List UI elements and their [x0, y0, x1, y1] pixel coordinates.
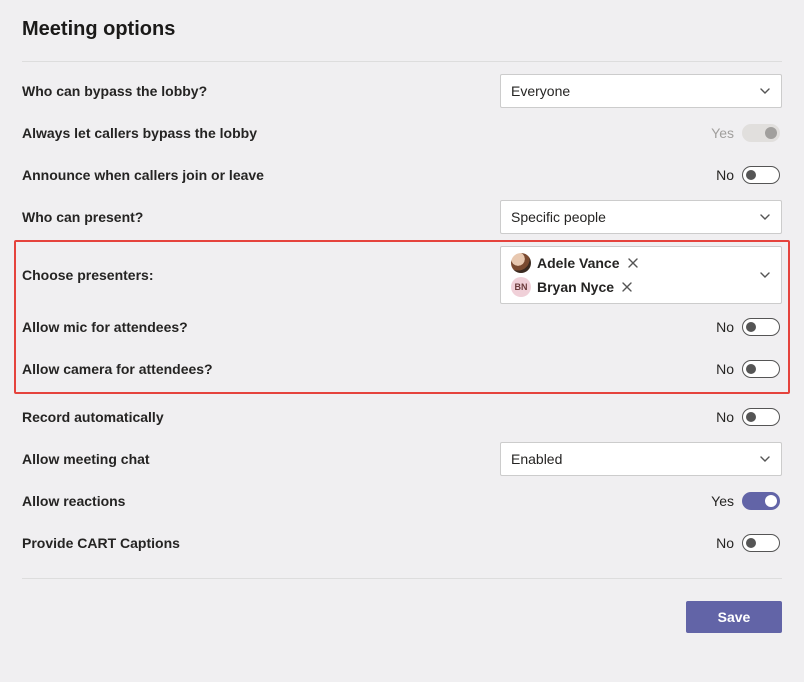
label-allow-camera: Allow camera for attendees? [22, 361, 213, 377]
toggle-callers-bypass-value: Yes [711, 125, 734, 141]
row-allow-camera: Allow camera for attendees? No [22, 348, 782, 390]
select-bypass-lobby-value: Everyone [511, 83, 570, 99]
presenter-chip: Adele Vance [511, 253, 759, 273]
toggle-record-auto-value: No [716, 409, 734, 425]
row-meeting-chat: Allow meeting chat Enabled [22, 438, 782, 480]
presenter-name: Bryan Nyce [537, 279, 614, 295]
chevron-down-icon [759, 453, 771, 465]
label-cart-captions: Provide CART Captions [22, 535, 180, 551]
toggle-allow-mic-value: No [716, 319, 734, 335]
toggle-record-auto[interactable] [742, 408, 780, 426]
row-record-auto: Record automatically No [22, 396, 782, 438]
footer: Save [22, 601, 782, 633]
highlight-box: Choose presenters: Adele Vance BN Bryan … [14, 240, 790, 394]
remove-presenter-icon[interactable] [620, 280, 634, 294]
select-choose-presenters[interactable]: Adele Vance BN Bryan Nyce [500, 246, 782, 304]
toggle-allow-camera[interactable] [742, 360, 780, 378]
toggle-cart-captions[interactable] [742, 534, 780, 552]
row-who-can-present: Who can present? Specific people [22, 196, 782, 238]
divider-top [22, 61, 782, 62]
toggle-announce-callers-value: No [716, 167, 734, 183]
label-meeting-chat: Allow meeting chat [22, 451, 150, 467]
chevron-down-icon [759, 211, 771, 223]
avatar: BN [511, 277, 531, 297]
label-bypass-lobby: Who can bypass the lobby? [22, 83, 207, 99]
label-allow-mic: Allow mic for attendees? [22, 319, 188, 335]
toggle-callers-bypass [742, 124, 780, 142]
presenter-list: Adele Vance BN Bryan Nyce [511, 253, 759, 297]
toggle-allow-camera-value: No [716, 361, 734, 377]
row-allow-mic: Allow mic for attendees? No [22, 306, 782, 348]
save-button[interactable]: Save [686, 601, 782, 633]
chevron-down-icon [759, 85, 771, 97]
page-title: Meeting options [22, 18, 782, 41]
toggle-allow-mic[interactable] [742, 318, 780, 336]
remove-presenter-icon[interactable] [626, 256, 640, 270]
label-announce-callers: Announce when callers join or leave [22, 167, 264, 183]
toggle-announce-callers[interactable] [742, 166, 780, 184]
divider-bottom [22, 578, 782, 579]
label-callers-bypass: Always let callers bypass the lobby [22, 125, 257, 141]
select-who-can-present[interactable]: Specific people [500, 200, 782, 234]
chevron-down-icon [759, 269, 771, 281]
select-who-can-present-value: Specific people [511, 209, 606, 225]
select-bypass-lobby[interactable]: Everyone [500, 74, 782, 108]
select-meeting-chat-value: Enabled [511, 451, 562, 467]
presenter-name: Adele Vance [537, 255, 620, 271]
row-announce-callers: Announce when callers join or leave No [22, 154, 782, 196]
toggle-allow-reactions-value: Yes [711, 493, 734, 509]
label-record-auto: Record automatically [22, 409, 164, 425]
row-cart-captions: Provide CART Captions No [22, 522, 782, 564]
label-who-can-present: Who can present? [22, 209, 143, 225]
presenter-chip: BN Bryan Nyce [511, 277, 759, 297]
avatar [511, 253, 531, 273]
row-allow-reactions: Allow reactions Yes [22, 480, 782, 522]
row-bypass-lobby: Who can bypass the lobby? Everyone [22, 70, 782, 112]
row-callers-bypass: Always let callers bypass the lobby Yes [22, 112, 782, 154]
row-choose-presenters: Choose presenters: Adele Vance BN Bryan … [22, 244, 782, 306]
label-choose-presenters: Choose presenters: [22, 267, 153, 283]
toggle-cart-captions-value: No [716, 535, 734, 551]
label-allow-reactions: Allow reactions [22, 493, 125, 509]
select-meeting-chat[interactable]: Enabled [500, 442, 782, 476]
toggle-allow-reactions[interactable] [742, 492, 780, 510]
